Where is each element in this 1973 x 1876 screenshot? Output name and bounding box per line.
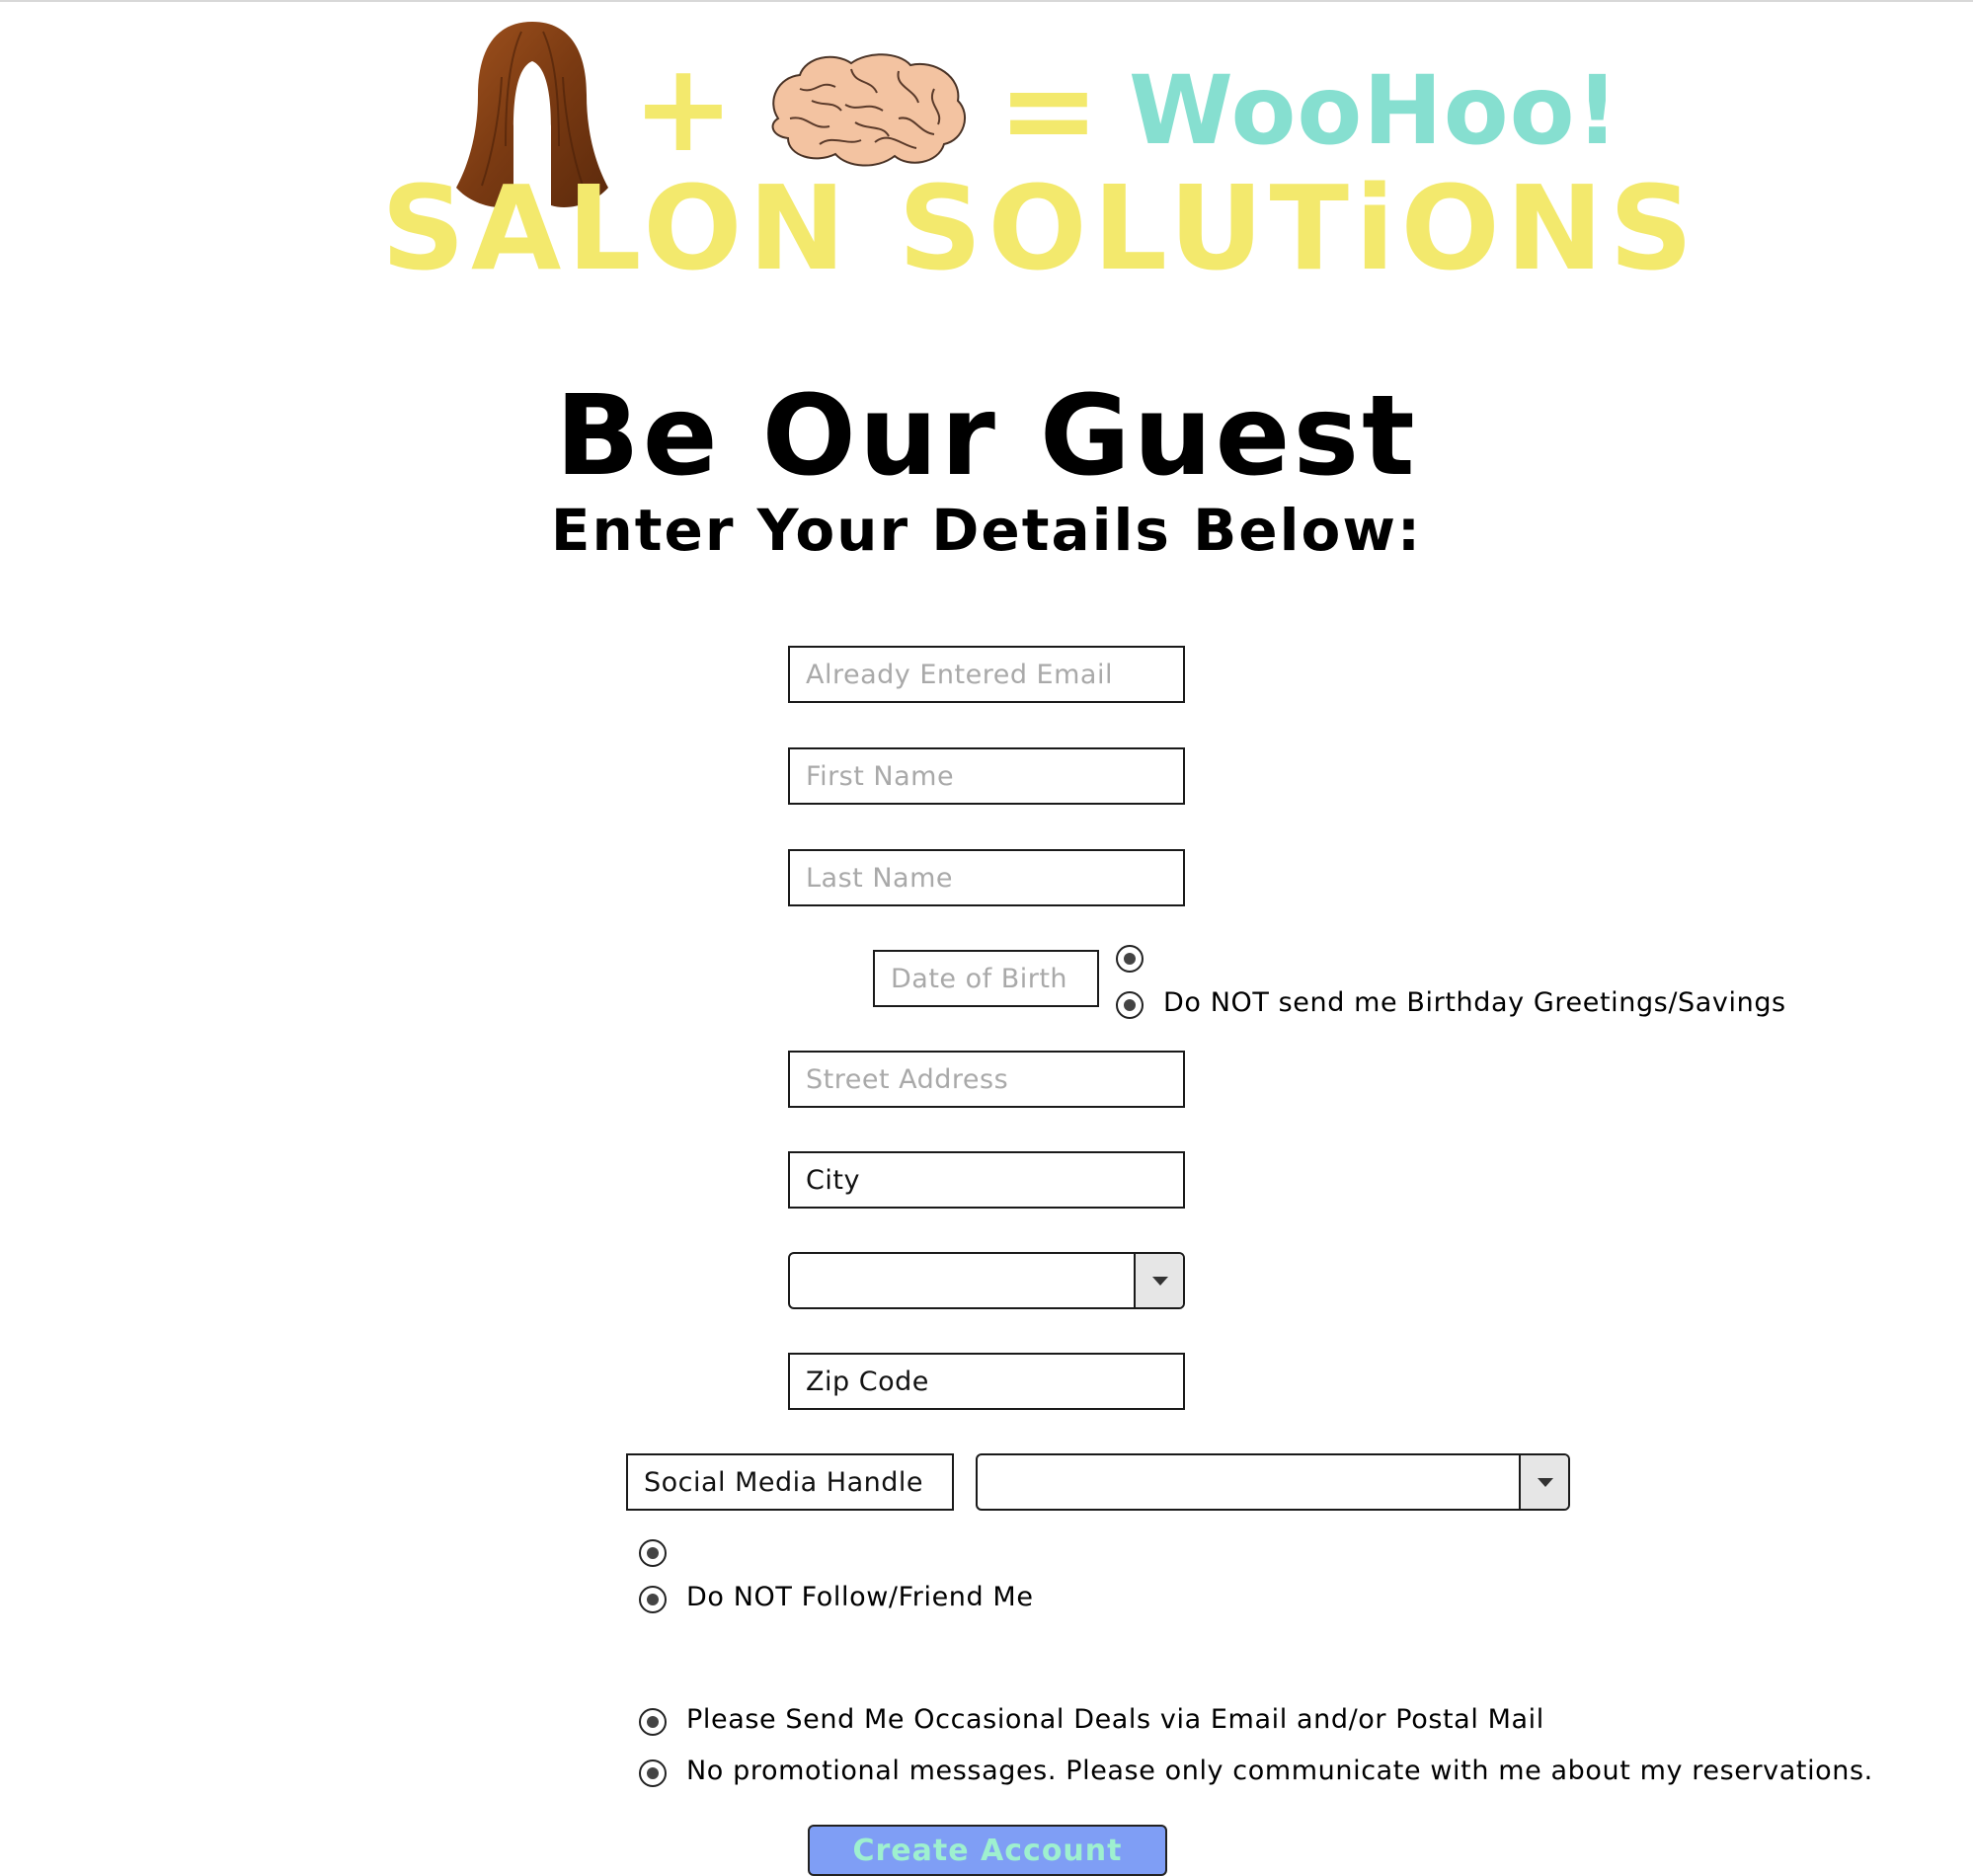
- deals-opt-out-radio[interactable]: [639, 1759, 667, 1787]
- chevron-down-icon[interactable]: [1519, 1455, 1568, 1509]
- social-follow-radio[interactable]: [639, 1539, 667, 1567]
- street-address-field[interactable]: Street Address: [788, 1051, 1185, 1108]
- plus-sign: +: [632, 38, 735, 180]
- zip-code-field[interactable]: Zip Code: [788, 1353, 1185, 1410]
- birthday-opt-out-label: Do NOT send me Birthday Greetings/Saving…: [1163, 987, 1786, 1018]
- brand-name: SALON SOLUTiONS: [381, 160, 1699, 296]
- social-media-handle-field[interactable]: Social Media Handle: [626, 1453, 954, 1511]
- state-select[interactable]: [788, 1252, 1185, 1309]
- social-opt-out-radio[interactable]: [639, 1586, 667, 1613]
- top-border: [0, 0, 1973, 2]
- birthday-opt-out-radio[interactable]: [1116, 991, 1144, 1019]
- page-subtitle: Enter Your Details Below:: [550, 497, 1423, 564]
- social-platform-select[interactable]: [976, 1453, 1570, 1511]
- birthday-greetings-radio[interactable]: [1116, 945, 1144, 973]
- social-opt-out-label: Do NOT Follow/Friend Me: [686, 1582, 1034, 1612]
- brain-icon: [771, 53, 967, 167]
- first-name-field[interactable]: First Name: [788, 747, 1185, 805]
- city-field[interactable]: City: [788, 1151, 1185, 1209]
- equals-sign: =: [997, 39, 1100, 182]
- date-of-birth-field[interactable]: Date of Birth: [873, 950, 1099, 1007]
- deals-opt-in-radio[interactable]: [639, 1708, 667, 1736]
- chevron-down-icon[interactable]: [1134, 1254, 1183, 1307]
- deals-opt-out-label: No promotional messages. Please only com…: [686, 1756, 1873, 1786]
- woohoo-text: WooHoo!: [1129, 55, 1620, 166]
- last-name-field[interactable]: Last Name: [788, 849, 1185, 906]
- email-field[interactable]: Already Entered Email: [788, 646, 1185, 703]
- create-account-button[interactable]: Create Account: [808, 1825, 1167, 1876]
- page-title: Be Our Guest: [555, 372, 1418, 501]
- deals-opt-in-label: Please Send Me Occasional Deals via Emai…: [686, 1704, 1544, 1735]
